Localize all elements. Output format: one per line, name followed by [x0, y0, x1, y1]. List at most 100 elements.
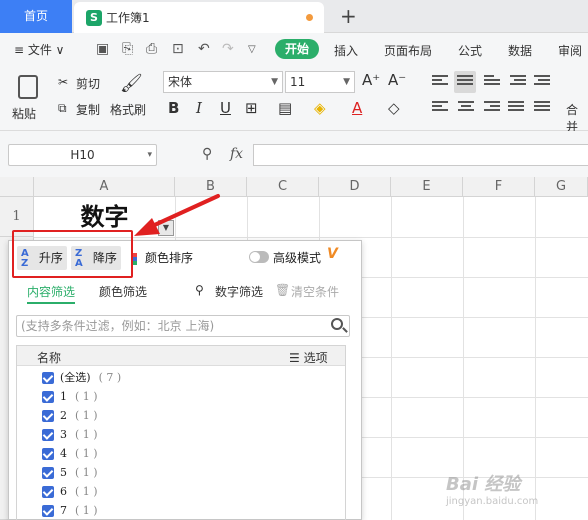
- fill-color-icon[interactable]: ◈: [314, 99, 326, 117]
- list-item[interactable]: 4( 1 ): [42, 446, 98, 464]
- underline-button[interactable]: U: [220, 99, 231, 117]
- insert-function-button[interactable]: fx: [230, 146, 243, 162]
- tab-page-layout[interactable]: 页面布局: [384, 42, 432, 59]
- undo-icon[interactable]: ↶: [198, 41, 210, 57]
- column-header-b[interactable]: B: [175, 177, 247, 197]
- advanced-mode-toggle[interactable]: [249, 251, 269, 263]
- formula-input[interactable]: [253, 144, 588, 166]
- list-item[interactable]: 1( 1 ): [42, 389, 98, 407]
- checkbox-icon[interactable]: [42, 391, 54, 403]
- border-icon[interactable]: ⊞: [245, 99, 258, 117]
- fill-pattern-icon[interactable]: ▤: [278, 99, 292, 117]
- list-item[interactable]: 2( 1 ): [42, 408, 98, 426]
- tab-data[interactable]: 数据: [508, 42, 532, 59]
- column-header-a[interactable]: A: [34, 177, 175, 197]
- clear-format-icon[interactable]: ◇: [388, 99, 400, 117]
- tab-home[interactable]: 首页: [0, 0, 72, 33]
- tab-start[interactable]: 开始: [275, 39, 319, 59]
- format-painter-icon[interactable]: 🖌: [120, 73, 143, 94]
- copy-icon[interactable]: ⧉: [58, 101, 67, 116]
- column-header-c[interactable]: C: [247, 177, 319, 197]
- list-item[interactable]: 7( 1 ): [42, 503, 98, 520]
- color-sort-button[interactable]: 颜色排序: [133, 249, 193, 266]
- indent-decrease-icon[interactable]: [510, 75, 526, 89]
- tab-formula[interactable]: 公式: [458, 42, 482, 59]
- export-icon[interactable]: ⎘: [122, 41, 133, 57]
- align-left-icon[interactable]: [432, 101, 448, 115]
- menu-row: ≡ 文件 ∨ ▣ ⎘ ⎙ ⊡ ↶ ↷ ▽ 开始 插入 页面布局 公式 数据 审阅: [0, 33, 588, 65]
- filter-search-input[interactable]: (支持多条件过滤，例如：北京 上海): [16, 315, 350, 337]
- font-color-icon[interactable]: A: [352, 99, 362, 117]
- cut-button[interactable]: 剪切: [76, 75, 100, 92]
- checkbox-icon[interactable]: [42, 410, 54, 422]
- increase-font-button[interactable]: A⁺: [362, 71, 380, 89]
- font-size-select[interactable]: 11 ▼: [285, 71, 355, 93]
- checkbox-icon[interactable]: [42, 429, 54, 441]
- tab-content-filter[interactable]: 内容筛选: [27, 283, 76, 304]
- list-header-name: 名称: [37, 351, 62, 365]
- merge-button[interactable]: 合并: [566, 101, 588, 135]
- justify-icon[interactable]: [508, 101, 524, 115]
- print-preview-icon[interactable]: ⊡: [172, 41, 184, 57]
- list-item-select-all[interactable]: (全选)( 7 ): [42, 370, 121, 388]
- list-item[interactable]: 6( 1 ): [42, 484, 98, 502]
- print-icon[interactable]: ⎙: [146, 41, 157, 57]
- tab-color-filter[interactable]: 颜色筛选: [99, 283, 147, 300]
- clear-conditions-button[interactable]: 清空条件: [291, 283, 339, 300]
- align-right-icon[interactable]: [484, 101, 500, 115]
- align-top-icon[interactable]: [432, 75, 448, 89]
- file-menu[interactable]: ≡ 文件 ∨: [14, 41, 64, 58]
- cut-icon[interactable]: ✂: [58, 75, 68, 89]
- indent-increase-icon[interactable]: [534, 75, 550, 89]
- color-sort-label: 颜色排序: [145, 251, 194, 265]
- checkbox-icon[interactable]: [42, 372, 54, 384]
- highlight-box: [12, 230, 133, 278]
- zoom-icon[interactable]: ⚲: [202, 146, 212, 162]
- chevron-down-icon: ▼: [271, 77, 278, 87]
- search-icon[interactable]: [331, 318, 343, 330]
- align-bottom-icon[interactable]: [484, 75, 500, 89]
- bold-button[interactable]: B: [168, 99, 179, 117]
- align-middle-icon[interactable]: [454, 71, 476, 93]
- decrease-font-button[interactable]: A⁻: [388, 71, 406, 89]
- column-header-e[interactable]: E: [391, 177, 463, 197]
- checkbox-icon[interactable]: [42, 505, 54, 517]
- filter-dropdown-button[interactable]: ▼: [158, 220, 174, 236]
- font-name-value: 宋体: [168, 75, 193, 89]
- workbook-name: 工作簿1: [106, 11, 150, 25]
- font-name-select[interactable]: 宋体 ▼: [163, 71, 283, 93]
- italic-button[interactable]: I: [196, 99, 202, 117]
- list-item[interactable]: 5( 1 ): [42, 465, 98, 483]
- tab-workbook[interactable]: S 工作簿1: [74, 2, 324, 33]
- select-all-corner[interactable]: [0, 177, 34, 197]
- distribute-icon[interactable]: [534, 101, 550, 115]
- number-filter-icon[interactable]: ⚲: [195, 283, 204, 297]
- align-center-icon[interactable]: [458, 101, 474, 115]
- checkbox-icon[interactable]: [42, 467, 54, 479]
- checkbox-icon[interactable]: [42, 448, 54, 460]
- filter-popup: AZ 升序 ZA 降序 颜色排序 高级模式 V 内容筛选 颜色筛选 ⚲ 数字筛选…: [8, 240, 362, 520]
- column-header-d[interactable]: D: [319, 177, 391, 197]
- advanced-mode-label: 高级模式: [273, 251, 322, 265]
- watermark-url: jingyan.baidu.com: [446, 496, 539, 507]
- tab-review[interactable]: 审阅: [558, 42, 582, 59]
- save-icon[interactable]: ▣: [96, 41, 109, 57]
- new-tab-button[interactable]: +: [340, 4, 357, 28]
- copy-button[interactable]: 复制: [76, 101, 100, 118]
- font-size-value: 11: [290, 75, 306, 89]
- format-painter-button[interactable]: 格式刷: [110, 101, 146, 118]
- paste-button[interactable]: 粘贴: [10, 71, 46, 127]
- filter-value-list: 名称 ☰ 选项 (全选)( 7 ) 1( 1 ) 2( 1 ) 3( 1 ) 4…: [16, 345, 346, 520]
- quick-access-dropdown-icon[interactable]: ▽: [248, 44, 256, 55]
- redo-icon[interactable]: ↷: [222, 41, 234, 57]
- options-button[interactable]: ☰ 选项: [289, 349, 328, 366]
- column-header-g[interactable]: G: [535, 177, 588, 197]
- tab-insert[interactable]: 插入: [334, 42, 358, 59]
- chevron-down-icon: ▼: [343, 77, 350, 87]
- column-header-f[interactable]: F: [463, 177, 535, 197]
- spreadsheet-icon: S: [86, 10, 102, 26]
- checkbox-icon[interactable]: [42, 486, 54, 498]
- name-box[interactable]: H10 ▾: [8, 144, 157, 166]
- number-filter-button[interactable]: 数字筛选: [215, 283, 263, 300]
- list-item[interactable]: 3( 1 ): [42, 427, 98, 445]
